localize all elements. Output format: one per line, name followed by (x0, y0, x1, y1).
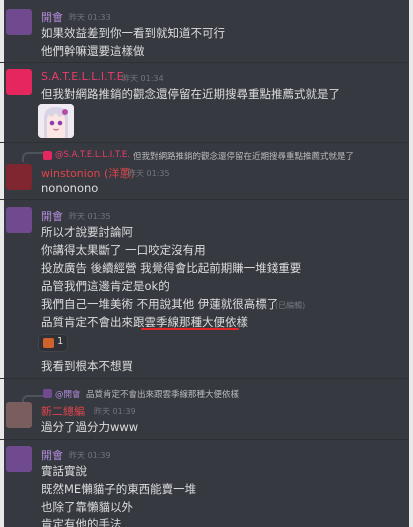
avatar[interactable] (6, 69, 32, 95)
right-edge (409, 0, 413, 527)
message-line: 我看到根本不想買 (41, 359, 133, 373)
message-line: 但我對網路推銷的觀念還停留在近期搜尋重點推薦式就是了 (41, 87, 340, 101)
avatar[interactable] (6, 164, 32, 190)
username[interactable]: S.A.T.E.L.L.I.T.E. (41, 70, 127, 83)
anime-girl-sticker[interactable] (38, 104, 74, 138)
reply-preview[interactable]: 但我對網路推銷的觀念還停留在近期搜尋重點推薦式就是了 (133, 150, 354, 162)
reply-author[interactable]: @S.A.T.E.L.L.I.T.E. (55, 150, 130, 160)
timestamp: 昨天 01:35 (128, 169, 170, 178)
message-line: 你講得太果斷了 一口咬定沒有用 (41, 243, 206, 257)
message-line: 既然ME懶貓子的東西能賣一堆 (41, 482, 197, 496)
left-edge (0, 0, 4, 527)
username[interactable]: 新二總編 (41, 403, 85, 419)
message-divider (0, 62, 413, 63)
timestamp: 昨天 01:34 (122, 74, 164, 83)
timestamp: 昨天 01:35 (69, 212, 111, 221)
avatar[interactable] (6, 9, 32, 35)
message-line: 肯定有他的手法 (41, 517, 122, 527)
username[interactable]: winstonion (洋蔥) (41, 165, 135, 181)
chat-window: 開會 昨天 01:33 如果效益差到你一看到就知道不可行 他們幹嘛還要這樣做 S… (0, 0, 413, 527)
reply-author[interactable]: @開會 (55, 388, 81, 400)
anime-girl-icon (38, 104, 74, 138)
username[interactable]: 開會 (41, 447, 63, 463)
reply-avatar (43, 151, 52, 160)
message-line: nononono (41, 181, 99, 195)
reply-preview[interactable]: 品質肯定不會出來跟雲季線那種大便依樣 (86, 388, 239, 400)
message-line: 過分了過分力www (41, 420, 139, 434)
reply-avatar (43, 389, 52, 398)
message-divider (0, 439, 413, 440)
reaction-chip[interactable]: 1 (38, 334, 68, 352)
edited-label: (已編輯) (275, 301, 306, 310)
message-divider (0, 199, 413, 200)
timestamp: 昨天 01:33 (69, 13, 111, 22)
timestamp: 昨天 01:39 (94, 407, 136, 416)
reaction-count: 1 (57, 336, 64, 347)
highlight-underline (141, 328, 239, 330)
username[interactable]: 開會 (41, 9, 63, 25)
avatar[interactable] (6, 207, 32, 233)
message-line: 如果效益差到你一看到就知道不可行 (41, 26, 225, 40)
avatar[interactable] (6, 446, 32, 472)
message-line: 投放廣告 後續經營 我覺得會比起前期賺一堆錢重要 (41, 261, 302, 275)
message-divider (0, 142, 413, 143)
username[interactable]: 開會 (41, 208, 63, 224)
message-line: 品管我們這邊肯定是ok的 (41, 279, 170, 293)
timestamp: 昨天 01:39 (69, 451, 111, 460)
message-line: 所以才說要討論阿 (41, 225, 133, 239)
message-line: 我們自己一堆美術 不用說其他 伊蓮就很高標了 (41, 297, 279, 311)
message-line: 實話實說 (41, 464, 87, 478)
message-line: 他們幹嘛還要這樣做 (41, 44, 145, 58)
reaction-emoji-icon (43, 338, 54, 348)
message-divider (0, 378, 413, 379)
message-line: 也除了靠懶貓以外 (41, 500, 133, 514)
avatar[interactable] (6, 402, 32, 428)
